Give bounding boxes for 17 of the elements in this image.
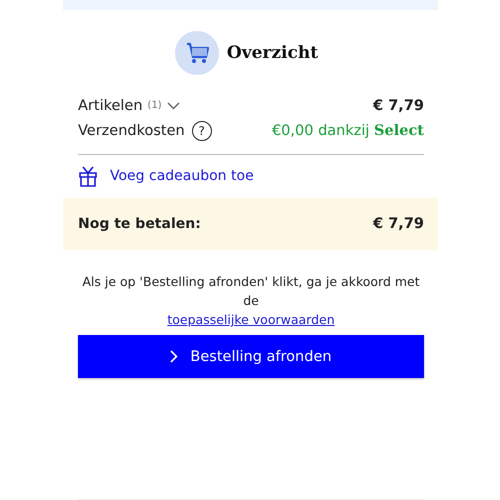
- shipping-label: Verzendkosten: [78, 122, 185, 139]
- terms-link[interactable]: toepasselijke voorwaarden: [167, 312, 335, 327]
- terms-text: Als je op 'Bestelling afronden' klikt, ga je akkoord met de toepasselijke voorwaarden: [81, 273, 421, 329]
- item-count: (1): [148, 100, 162, 112]
- chevron-right-icon: [170, 350, 178, 363]
- articles-amount: € 7,79: [373, 98, 424, 114]
- cart-icon: [174, 31, 219, 76]
- help-icon[interactable]: ?: [192, 120, 212, 141]
- total-label: Nog te betalen:: [78, 216, 201, 232]
- articles-label: Artikelen: [78, 98, 143, 114]
- gift-icon: [78, 165, 98, 188]
- checkout-button[interactable]: Bestelling afronden: [78, 335, 424, 378]
- section-title: Overzicht: [226, 43, 318, 64]
- total-amount: € 7,79: [373, 216, 424, 232]
- add-gift-card-link[interactable]: Voeg cadeaubon toe: [110, 168, 254, 184]
- chevron-down-icon[interactable]: [166, 102, 180, 110]
- shipping-value: €0,00 dankzij Select: [272, 122, 424, 140]
